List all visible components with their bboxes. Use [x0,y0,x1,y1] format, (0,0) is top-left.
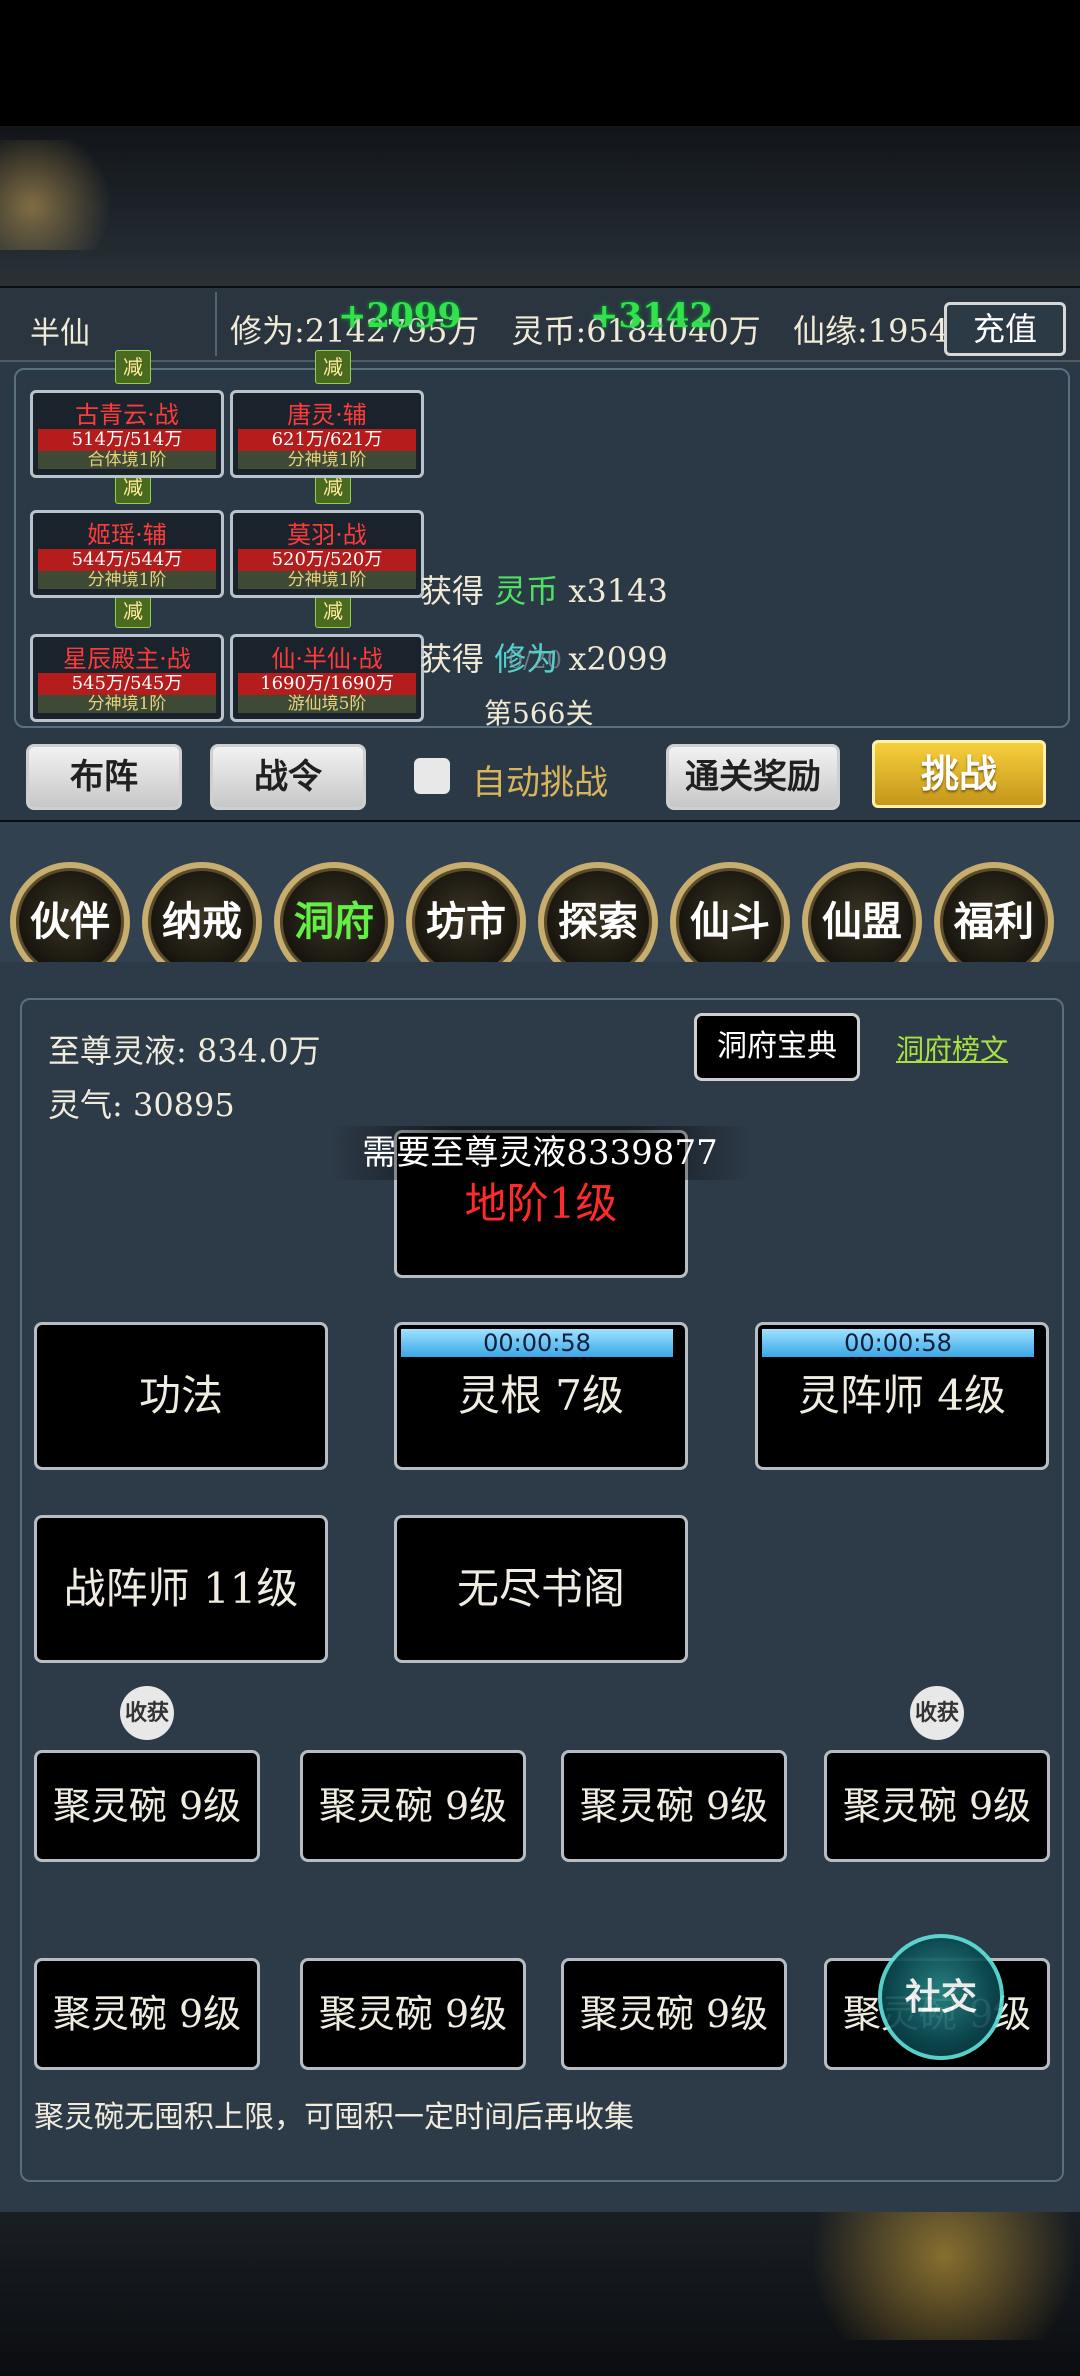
unit-level: 游仙境5阶 [238,695,416,713]
spirit-bowl[interactable]: 聚灵碗 9级 [300,1958,526,2070]
formation-button[interactable]: 布阵 [26,744,182,810]
divider [215,292,217,356]
auto-challenge-checkbox[interactable] [414,758,450,794]
loot-prefix: 获得 [420,572,485,610]
array-master-building[interactable]: 00:00:58 灵阵师 4级 [755,1322,1049,1470]
unit-name: 姬瑶·辅 [87,521,167,549]
cultivation-gain-popup: +2099 [338,296,462,336]
spirit-bowl[interactable]: 聚灵碗 9级 [34,1958,260,2070]
unit-level: 分神境1阶 [38,571,216,589]
unit-hp-bar: 545万/545万 [38,673,216,695]
library-building[interactable]: 无尽书阁 [394,1515,688,1663]
stage-label: 第566关 [484,697,594,730]
gold-decoration-bottom [740,2200,1080,2340]
challenge-button[interactable]: 挑战 [872,740,1046,808]
battle-master-building[interactable]: 战阵师 11级 [34,1515,328,1663]
bowl-tip: 聚灵碗无囤积上限，可囤积一定时间后再收集 [34,2100,634,2135]
loot-prefix: 获得 [420,640,485,678]
unit-hp-bar: 514万/514万 [38,429,216,451]
team-unit[interactable]: 唐灵·辅 621万/621万 分神境1阶 [230,390,424,478]
gold-decoration [0,140,160,250]
unit-name: 仙·半仙·战 [271,645,383,673]
spirit-bowl[interactable]: 聚灵碗 9级 [300,1750,526,1862]
upgrade-timer: 00:00:58 [762,1329,1034,1357]
recharge-button[interactable]: 充值 [944,302,1066,356]
debuff-icon: 减 [315,594,351,628]
unit-hp-bar: 544万/544万 [38,549,216,571]
requirement-notice: 需要至尊灵液8339877 [330,1126,750,1180]
unit-hp-bar: 520万/520万 [238,549,416,571]
upgrade-timer: 00:00:58 [401,1329,673,1357]
clear-reward-button[interactable]: 通关奖励 [666,744,840,810]
team-unit[interactable]: 姬瑶·辅 544万/544万 分神境1阶 [30,510,224,598]
scenery-top [0,126,1080,286]
unit-level: 分神境1阶 [238,451,416,469]
skill-building[interactable]: 功法 [34,1322,328,1470]
harvest-button[interactable]: 收获 [910,1686,964,1740]
team-unit[interactable]: 星辰殿主·战 545万/545万 分神境1阶 [30,634,224,722]
team-unit[interactable]: 仙·半仙·战 1690万/1690万 游仙境5阶 [230,634,424,722]
team-unit[interactable]: 古青云·战 514万/514万 合体境1阶 [30,390,224,478]
unit-level: 分神境1阶 [38,695,216,713]
building-label: 灵根 7级 [457,1371,625,1420]
harvest-button[interactable]: 收获 [120,1686,174,1740]
unit-hp-bar: 621万/621万 [238,429,416,451]
unit-name: 古青云·战 [75,401,179,429]
loot-item: 灵币 [494,572,559,610]
realm-label: 半仙 [30,316,90,351]
loot-qty: x2099 [568,640,668,678]
spirit-root-building[interactable]: 00:00:58 灵根 7级 [394,1322,688,1470]
wave-counter: 0/20 [508,646,562,674]
debuff-icon: 减 [315,350,351,384]
auto-challenge-label[interactable]: 自动挑战 [472,755,608,804]
unit-name: 唐灵·辅 [287,401,367,429]
spirit-bowl[interactable]: 聚灵碗 9级 [561,1750,787,1862]
debuff-icon: 减 [115,594,151,628]
cave-rank-link[interactable]: 洞府榜文 [896,1028,1008,1068]
coin-gain-popup: +3142 [590,296,714,336]
team-unit[interactable]: 莫羽·战 520万/520万 分神境1阶 [230,510,424,598]
aura-amount: 灵气: 30895 [48,1086,235,1124]
building-label: 灵阵师 4级 [797,1371,1007,1420]
spirit-bowl[interactable]: 聚灵碗 9级 [34,1750,260,1862]
tier-label: 地阶1级 [464,1179,618,1228]
social-button[interactable]: 社交 [878,1934,1004,2060]
spirit-bowl[interactable]: 聚灵碗 9级 [824,1750,1050,1862]
loot-message: 获得 灵币 x3143 [420,566,668,612]
unit-hp-bar: 1690万/1690万 [238,673,416,695]
unit-name: 莫羽·战 [287,521,367,549]
unit-name: 星辰殿主·战 [63,645,191,673]
unit-level: 分神境1阶 [238,571,416,589]
supreme-liquid: 至尊灵液: 834.0万 [48,1032,321,1070]
status-bar-area [0,0,1080,126]
battle-order-button[interactable]: 战令 [210,744,366,810]
debuff-icon: 减 [115,350,151,384]
unit-level: 合体境1阶 [38,451,216,469]
loot-qty: x3143 [568,572,668,610]
cave-codex-button[interactable]: 洞府宝典 [694,1013,860,1081]
spirit-bowl[interactable]: 聚灵碗 9级 [561,1958,787,2070]
